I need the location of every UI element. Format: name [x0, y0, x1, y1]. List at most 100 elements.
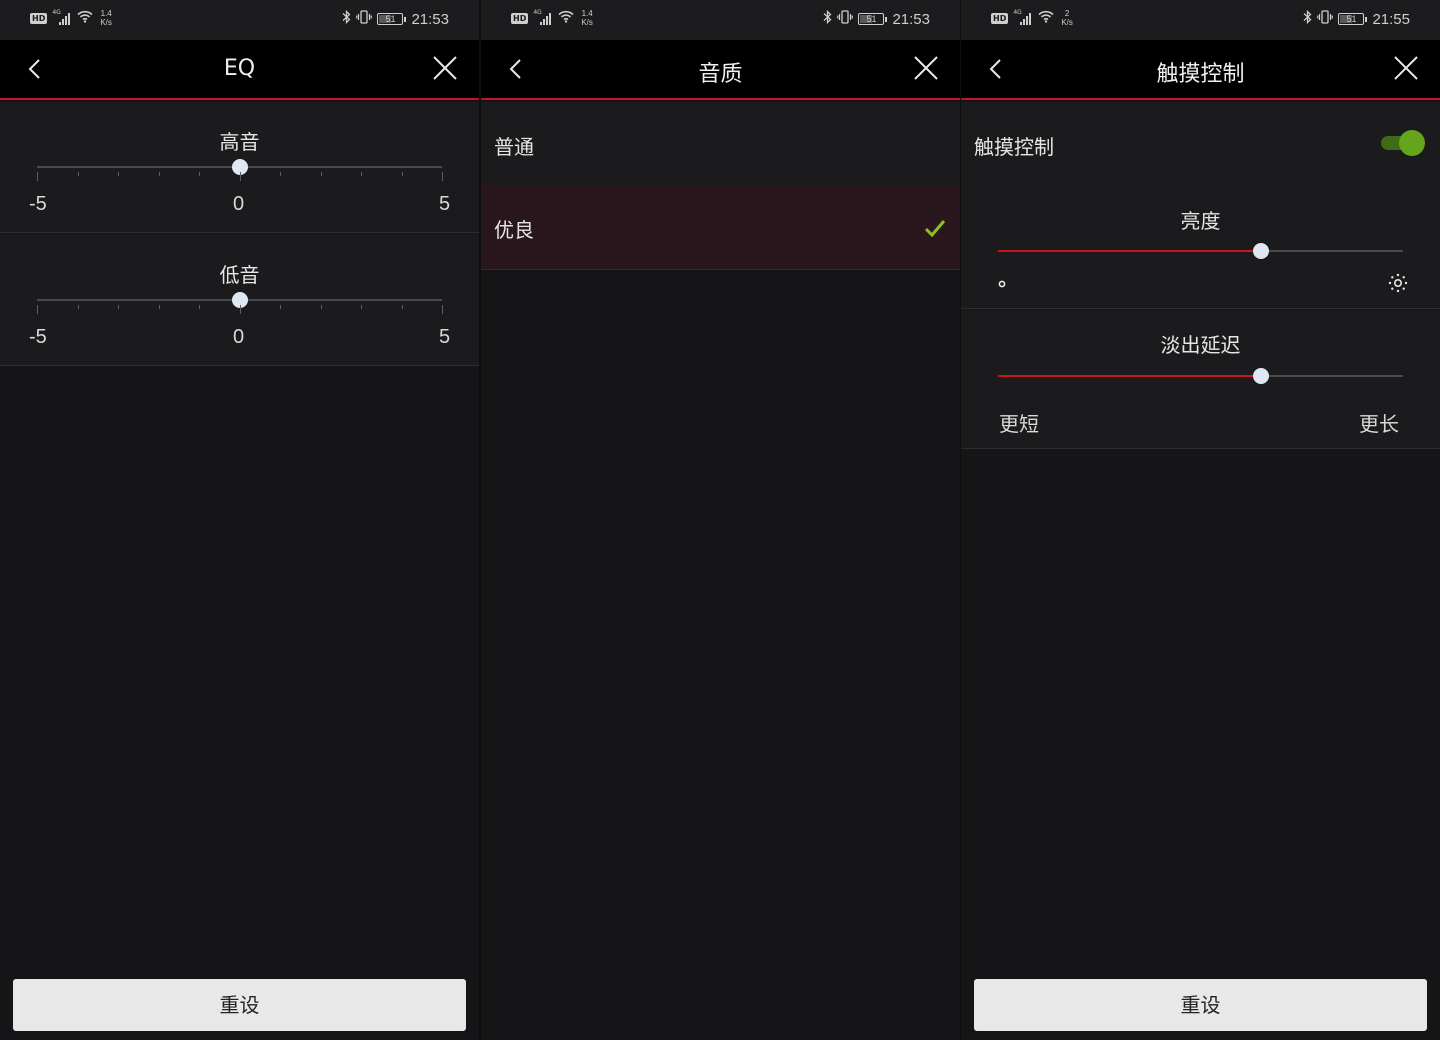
slider-tick: [77, 172, 79, 176]
checkmark-icon: [924, 220, 946, 238]
slider-tick: [37, 172, 38, 181]
status-left: HD 4G 1.4 K/s: [30, 9, 112, 27]
bass-min-label: -5: [29, 326, 47, 348]
slider-tick: [118, 172, 119, 176]
option-label: 普通: [494, 135, 534, 159]
clock: 21:55: [1372, 10, 1410, 28]
treble-min-label: -5: [29, 193, 47, 215]
clock: 21:53: [892, 10, 930, 28]
bass-label: 低音: [219, 263, 260, 287]
fade-delay-slider-thumb[interactable]: [1253, 368, 1270, 384]
slider-tick: [280, 172, 281, 176]
vibrate-icon: [1317, 10, 1334, 28]
slider-tick: [158, 305, 160, 309]
slider-tick: [280, 305, 281, 309]
brightness-sun-icon: [1388, 273, 1408, 293]
slider-tick: [239, 305, 241, 314]
slider-tick: [158, 172, 160, 176]
network-speed: 2 K/s: [1061, 9, 1073, 27]
sound-quality-screen: HD 4G 1.4 K/s 51 21:53 音质 普通 优良: [481, 0, 960, 1040]
slider-tick: [320, 305, 322, 309]
bluetooth-icon: [1303, 9, 1312, 28]
slider-tick: [401, 305, 403, 309]
reset-button[interactable]: 重设: [13, 979, 466, 1031]
reset-button[interactable]: 重设: [974, 979, 1427, 1031]
battery-icon: 51: [377, 13, 407, 25]
bass-mid-label: 0: [233, 326, 245, 348]
treble-section: 高音 -5 0 5: [0, 102, 479, 233]
fade-delay-slider-track[interactable]: [998, 375, 1403, 377]
page-title: 音质: [698, 62, 743, 87]
slider-tick: [442, 305, 443, 314]
brightness-label: 亮度: [1180, 209, 1221, 233]
fade-delay-section: 淡出延迟 更短 更长: [961, 310, 1440, 449]
title-bar: EQ: [0, 40, 479, 100]
hd-voice-icon: HD: [511, 12, 529, 24]
touch-control-row: 触摸控制: [961, 102, 1440, 187]
network-speed: 1.4 K/s: [581, 9, 593, 27]
cell-signal-icon: 4G: [52, 9, 72, 25]
treble-max-label: 5: [439, 193, 451, 215]
wifi-icon: [77, 10, 93, 27]
slider-tick: [239, 172, 241, 181]
eq-screen: HD 4G 1.4 K/s 51 21:53 EQ 高音 -5 0 5 低音 -…: [0, 0, 479, 1040]
close-icon[interactable]: [431, 54, 459, 82]
status-left: HD 4G 2 K/s: [991, 9, 1073, 27]
wifi-icon: [1038, 10, 1054, 27]
slider-tick: [199, 305, 200, 309]
wifi-icon: [558, 10, 574, 27]
title-bar: 触摸控制: [961, 40, 1440, 100]
slider-tick: [77, 305, 79, 309]
brightness-slider-track[interactable]: [998, 250, 1403, 252]
network-speed: 1.4 K/s: [100, 9, 112, 27]
option-label: 优良: [494, 218, 534, 242]
status-right: 51 21:55: [1303, 9, 1410, 28]
bass-section: 低音 -5 0 5: [0, 234, 479, 366]
title-bar: 音质: [481, 40, 960, 100]
option-normal[interactable]: 普通: [481, 102, 960, 187]
clock: 21:53: [411, 10, 449, 28]
status-bar: HD 4G 1.4 K/s 51 21:53: [0, 0, 479, 40]
slider-tick: [442, 172, 443, 181]
touch-control-screen: HD 4G 2 K/s 51 21:55 触摸控制 触摸控制 亮度 淡出延迟 更…: [961, 0, 1440, 1040]
brightness-slider-thumb[interactable]: [1253, 243, 1270, 259]
screens-container: HD 4G 1.4 K/s 51 21:53 EQ 高音 -5 0 5 低音 -…: [0, 0, 1440, 1040]
vibrate-icon: [356, 10, 373, 28]
battery-icon: 51: [858, 13, 888, 25]
touch-control-label: 触摸控制: [974, 135, 1054, 159]
treble-label: 高音: [219, 130, 260, 154]
bluetooth-icon: [823, 9, 832, 28]
status-right: 51 21:53: [342, 9, 449, 28]
option-high-quality[interactable]: 优良: [481, 185, 960, 270]
status-bar: HD 4G 2 K/s 51 21:55: [961, 0, 1440, 40]
status-left: HD 4G 1.4 K/s: [511, 9, 593, 27]
slider-tick: [320, 172, 322, 176]
page-title: 触摸控制: [1156, 62, 1245, 87]
hd-voice-icon: HD: [30, 12, 48, 24]
status-right: 51 21:53: [823, 9, 930, 28]
bluetooth-icon: [342, 9, 351, 28]
vibrate-icon: [837, 10, 854, 28]
slider-tick: [361, 172, 362, 176]
treble-mid-label: 0: [233, 193, 245, 215]
longer-label: 更长: [1359, 414, 1399, 436]
battery-icon: 51: [1338, 13, 1368, 25]
close-icon[interactable]: [1392, 54, 1420, 82]
cell-signal-icon: 4G: [1013, 9, 1033, 25]
page-title: EQ: [223, 56, 256, 81]
slider-tick: [401, 172, 403, 176]
fade-delay-label: 淡出延迟: [1160, 333, 1241, 357]
status-bar: HD 4G 1.4 K/s 51 21:53: [481, 0, 960, 40]
slider-tick: [118, 305, 119, 309]
slider-tick: [37, 305, 38, 314]
slider-tick: [361, 305, 362, 309]
brightness-section: 亮度: [961, 186, 1440, 309]
bass-max-label: 5: [439, 326, 451, 348]
hd-voice-icon: HD: [991, 12, 1009, 24]
dim-dot-icon: [998, 280, 1006, 288]
cell-signal-icon: 4G: [533, 9, 553, 25]
slider-tick: [199, 172, 200, 176]
touch-control-toggle[interactable]: [1381, 130, 1425, 156]
shorter-label: 更短: [999, 414, 1039, 436]
close-icon[interactable]: [912, 54, 940, 82]
